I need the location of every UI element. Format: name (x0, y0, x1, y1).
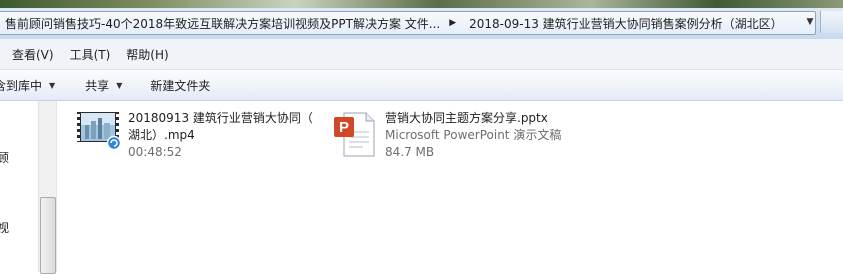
file-name: 营销大协同主题方案分享.pptx (385, 111, 548, 125)
menu-view[interactable]: 查看(V) (0, 46, 62, 63)
svg-text:P: P (339, 119, 349, 136)
scrollbar-thumb[interactable] (40, 197, 56, 274)
chevron-down-icon: ▼ (116, 80, 123, 90)
menu-tools[interactable]: 工具(T) (62, 46, 119, 63)
file-duration: 00:48:52 (128, 145, 182, 159)
menu-bar: 查看(V) 工具(T) 帮助(H) (0, 39, 843, 70)
file-name: 20180913 建筑行业营销大协同（ (128, 111, 313, 125)
address-dropdown-icon[interactable]: ▼ (801, 12, 819, 32)
chevron-down-icon: ▼ (49, 80, 56, 90)
breadcrumb-current[interactable]: 2018-09-13 建筑行业营销大协同销售案例分析（湖北区） (461, 15, 787, 32)
nav-scrollbar[interactable] (38, 101, 56, 274)
file-type: Microsoft PowerPoint 演示文稿 (385, 128, 562, 142)
nav-item-fragment[interactable]: 顾 (0, 149, 9, 166)
include-in-library-label: 含到库中 (0, 78, 43, 93)
address-bar[interactable]: 售前顾问销售技巧-40个2018年致远互联解决方案培训视频及PPT解决方案 文件… (0, 11, 816, 35)
include-in-library-button[interactable]: 含到库中 ▼ (0, 77, 67, 94)
breadcrumb-parent[interactable]: 售前顾问销售技巧-40个2018年致远互联解决方案培训视频及PPT解决方案 文件… (0, 15, 444, 32)
share-button[interactable]: 共享 ▼ (67, 77, 134, 94)
nav-item-fragment[interactable]: 视 (0, 219, 9, 236)
file-item-pptx[interactable]: P 营销大协同主题方案分享.pptx Microsoft PowerPoint … (333, 110, 561, 161)
address-bar-region: 售前顾问销售技巧-40个2018年致远互联解决方案培训视频及PPT解决方案 文件… (0, 8, 843, 39)
refresh-button[interactable] (820, 11, 843, 33)
menu-help[interactable]: 帮助(H) (118, 46, 176, 63)
share-label: 共享 (85, 78, 110, 93)
file-item-video[interactable]: 20180913 建筑行业营销大协同（ 湖北）.mp4 00:48:52 (76, 110, 313, 161)
desktop-strip (0, 0, 843, 8)
file-name-continued: 湖北）.mp4 (128, 128, 195, 142)
new-folder-button[interactable]: 新建文件夹 (134, 77, 222, 94)
breadcrumb-separator-icon[interactable]: ▶ (444, 18, 461, 28)
command-bar: 含到库中 ▼ 共享 ▼ 新建文件夹 (0, 70, 843, 101)
powerpoint-file-icon: P (333, 110, 377, 158)
video-file-icon (76, 110, 122, 151)
file-size: 84.7 MB (385, 145, 435, 159)
new-folder-label: 新建文件夹 (150, 78, 211, 93)
